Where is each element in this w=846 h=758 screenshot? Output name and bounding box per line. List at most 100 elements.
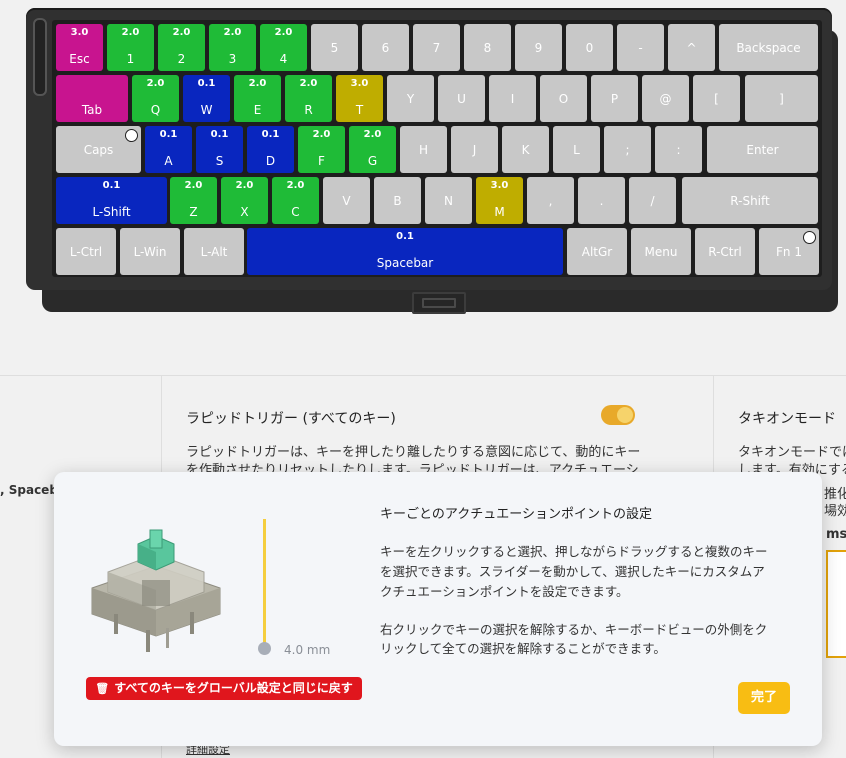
key-u[interactable]: U (438, 75, 485, 122)
key-o[interactable]: O (540, 75, 587, 122)
key-label: / (650, 193, 655, 208)
key-x[interactable]: 2.0 X (221, 177, 268, 224)
key-m[interactable]: 3.0 M (476, 177, 523, 224)
key-r[interactable]: 2.0 R (285, 75, 332, 122)
key-b[interactable]: B (374, 177, 421, 224)
reset-to-global-button[interactable]: 🗑 すべてのキーをグローバル設定と同じに戻す (86, 677, 362, 700)
key-label: W (200, 103, 213, 117)
key-[interactable]: / (629, 177, 676, 224)
key-r-shift[interactable]: R-Shift (682, 177, 818, 224)
key-q[interactable]: 2.0 Q (132, 75, 179, 122)
key-l-shift[interactable]: 0.1 L-Shift (56, 177, 167, 224)
key-l[interactable]: L (553, 126, 600, 173)
key-6[interactable]: 6 (362, 24, 409, 71)
key-altgr[interactable]: AltGr (567, 228, 627, 275)
key-actuation-value: 0.1 (210, 129, 229, 140)
key-label: 8 (483, 40, 492, 55)
key-v[interactable]: V (323, 177, 370, 224)
key-caps[interactable]: Caps (56, 126, 141, 173)
key-label: 2 (177, 52, 186, 66)
key-spacebar[interactable]: 0.1 Spacebar (247, 228, 563, 275)
key-y[interactable]: Y (387, 75, 434, 122)
key-9[interactable]: 9 (515, 24, 562, 71)
key-5[interactable]: 5 (311, 24, 358, 71)
key-[interactable]: ^ (668, 24, 715, 71)
actuation-slider-handle[interactable] (258, 642, 271, 655)
key-h[interactable]: H (400, 126, 447, 173)
key-e[interactable]: 2.0 E (234, 75, 281, 122)
key-0[interactable]: 0 (566, 24, 613, 71)
key-label: 7 (432, 40, 441, 55)
key-label: T (355, 103, 364, 117)
done-button[interactable]: 完了 (738, 682, 790, 714)
key-label: , (548, 193, 553, 208)
key-z[interactable]: 2.0 Z (170, 177, 217, 224)
key-g[interactable]: 2.0 G (349, 126, 396, 173)
key-label: ] (779, 91, 784, 106)
key-[interactable]: : (655, 126, 702, 173)
key-r-ctrl[interactable]: R-Ctrl (695, 228, 755, 275)
key-actuation-value: 2.0 (146, 78, 165, 89)
key-4[interactable]: 2.0 4 (260, 24, 307, 71)
key-[interactable]: , (527, 177, 574, 224)
key-w[interactable]: 0.1 W (183, 75, 230, 122)
key-2[interactable]: 2.0 2 (158, 24, 205, 71)
key-l-win[interactable]: L-Win (120, 228, 180, 275)
key-[interactable]: ; (604, 126, 651, 173)
actuation-slider-track[interactable] (263, 519, 266, 649)
tachyon-graph-box (826, 550, 846, 658)
key-label: N (444, 193, 453, 208)
key-label: ^ (686, 40, 697, 55)
key-label: Enter (746, 142, 779, 157)
key-actuation-value: 3.0 (490, 180, 509, 191)
key-l-alt[interactable]: L-Alt (184, 228, 244, 275)
key-label: R-Ctrl (708, 244, 742, 259)
key-label: 6 (381, 40, 390, 55)
key-label: 4 (279, 52, 288, 66)
key-fn-1[interactable]: Fn 1 (759, 228, 819, 275)
key-label: 3 (228, 52, 237, 66)
section-divider (0, 375, 846, 376)
key-a[interactable]: 0.1 A (145, 126, 192, 173)
key-[interactable]: ] (745, 75, 818, 122)
key-label: Backspace (736, 40, 801, 55)
reset-button-label: すべてのキーをグローバル設定と同じに戻す (114, 681, 353, 695)
key-s[interactable]: 0.1 S (196, 126, 243, 173)
key-indicator-dot (125, 129, 138, 142)
key-backspace[interactable]: Backspace (719, 24, 818, 71)
key-l-ctrl[interactable]: L-Ctrl (56, 228, 116, 275)
key-[interactable]: . (578, 177, 625, 224)
key-t[interactable]: 3.0 T (336, 75, 383, 122)
key-p[interactable]: P (591, 75, 638, 122)
key-n[interactable]: N (425, 177, 472, 224)
key-label: F (318, 154, 325, 168)
key-f[interactable]: 2.0 F (298, 126, 345, 173)
key-[interactable]: [ (693, 75, 740, 122)
key-menu[interactable]: Menu (631, 228, 691, 275)
key-label: C (291, 205, 300, 219)
key-switch-image (91, 529, 221, 652)
rapid-trigger-toggle[interactable] (601, 405, 635, 425)
key-7[interactable]: 7 (413, 24, 460, 71)
key-j[interactable]: J (451, 126, 498, 173)
key-3[interactable]: 2.0 3 (209, 24, 256, 71)
key-enter[interactable]: Enter (707, 126, 818, 173)
key-c[interactable]: 2.0 C (272, 177, 319, 224)
key-label: ; (625, 142, 630, 157)
key-label: R-Shift (730, 193, 770, 208)
key-esc[interactable]: 3.0 Esc (56, 24, 103, 71)
key-label: L-Alt (200, 244, 228, 259)
key-k[interactable]: K (502, 126, 549, 173)
key-label: M (494, 205, 505, 219)
key-[interactable]: - (617, 24, 664, 71)
key-label: V (342, 193, 351, 208)
key-1[interactable]: 2.0 1 (107, 24, 154, 71)
key-d[interactable]: 0.1 D (247, 126, 294, 173)
key-8[interactable]: 8 (464, 24, 511, 71)
key-actuation-value: 2.0 (312, 129, 331, 140)
key-label: Z (189, 205, 198, 219)
key-tab[interactable]: Tab (56, 75, 128, 122)
key-[interactable]: @ (642, 75, 689, 122)
modal-paragraph-line: リックして全ての選択を解除することができます。 (380, 641, 666, 656)
key-i[interactable]: I (489, 75, 536, 122)
